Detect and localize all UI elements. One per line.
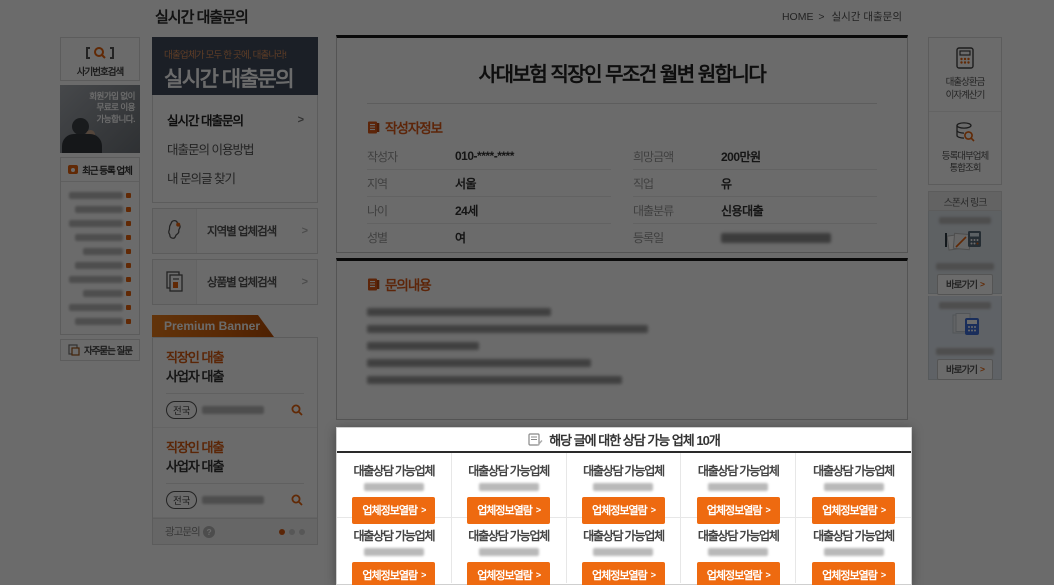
masked-company-name [479, 548, 539, 556]
consult-card[interactable]: 대출상담 가능업체 업체정보열람> [567, 453, 682, 518]
view-company-info-button[interactable]: 업체정보열람> [812, 562, 895, 585]
consult-card[interactable]: 대출상담 가능업체 업체정보열람> [796, 453, 911, 518]
consult-card-grid: 대출상담 가능업체 업체정보열람> 대출상담 가능업체 업체정보열람> 대출상담… [337, 453, 911, 583]
consult-card[interactable]: 대출상담 가능업체 업체정보열람> [452, 518, 567, 583]
consult-card[interactable]: 대출상담 가능업체 업체정보열람> [681, 453, 796, 518]
masked-company-name [824, 548, 884, 556]
chevron-right-icon: > [766, 570, 770, 580]
masked-company-name [593, 548, 653, 556]
view-company-info-button[interactable]: 업체정보열람> [697, 562, 780, 585]
view-company-info-button[interactable]: 업체정보열람> [582, 562, 665, 585]
consult-card[interactable]: 대출상담 가능업체 업체정보열람> [567, 518, 682, 583]
chevron-right-icon: > [881, 505, 885, 515]
masked-company-name [708, 548, 768, 556]
masked-company-name [708, 483, 768, 491]
consult-card[interactable]: 대출상담 가능업체 업체정보열람> [337, 453, 452, 518]
chevron-right-icon: > [421, 570, 425, 580]
consult-panel-title: 해당 글에 대한 상담 가능 업체 10개 [549, 430, 720, 449]
chevron-right-icon: > [651, 505, 655, 515]
pen-document-icon [528, 433, 543, 446]
masked-company-name [479, 483, 539, 491]
consult-card[interactable]: 대출상담 가능업체 업체정보열람> [796, 518, 911, 583]
masked-company-name [364, 548, 424, 556]
consult-card[interactable]: 대출상담 가능업체 업체정보열람> [337, 518, 452, 583]
consult-panel-header: 해당 글에 대한 상담 가능 업체 10개 [337, 428, 911, 453]
chevron-right-icon: > [421, 505, 425, 515]
chevron-right-icon: > [766, 505, 770, 515]
chevron-right-icon: > [536, 505, 540, 515]
consult-card[interactable]: 대출상담 가능업체 업체정보열람> [681, 518, 796, 583]
chevron-right-icon: > [651, 570, 655, 580]
masked-company-name [364, 483, 424, 491]
consult-card[interactable]: 대출상담 가능업체 업체정보열람> [452, 453, 567, 518]
view-company-info-button[interactable]: 업체정보열람> [467, 562, 550, 585]
masked-company-name [593, 483, 653, 491]
view-company-info-button[interactable]: 업체정보열람> [352, 562, 435, 585]
chevron-right-icon: > [881, 570, 885, 580]
page: 실시간 대출문의 HOME > 실시간 대출문의 사기번호검색 회원가입 없이 … [0, 0, 1054, 585]
consult-companies-panel: 해당 글에 대한 상담 가능 업체 10개 대출상담 가능업체 업체정보열람> … [336, 427, 912, 585]
chevron-right-icon: > [536, 570, 540, 580]
masked-company-name [824, 483, 884, 491]
